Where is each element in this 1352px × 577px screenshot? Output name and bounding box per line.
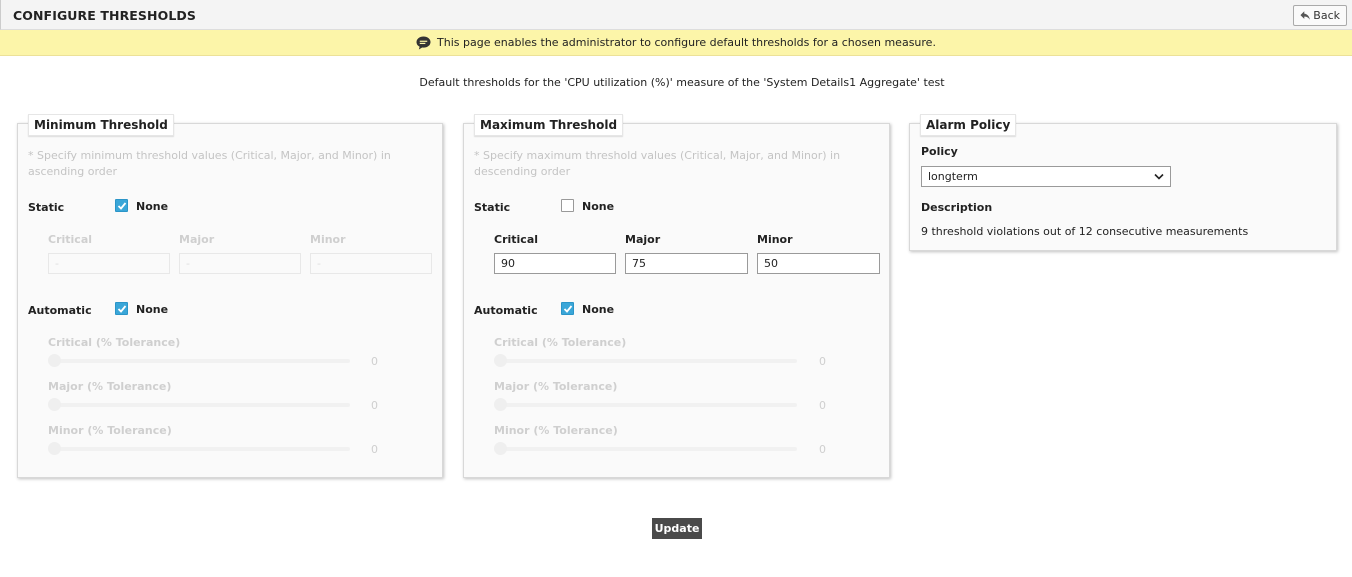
maximum-hint-line1: * Specify maximum threshold values (Crit… — [474, 149, 841, 162]
speech-bubble-icon — [416, 35, 431, 50]
min-static-none-checkbox[interactable] — [115, 199, 128, 212]
automatic-label: Automatic — [474, 304, 538, 317]
min-major-input[interactable] — [179, 253, 301, 274]
minimum-hint-line1: * Specify minimum threshold values (Crit… — [28, 149, 391, 162]
maximum-hint: * Specify maximum threshold values (Crit… — [474, 148, 840, 180]
minimum-hint-line2: ascending order — [28, 165, 118, 178]
max-minor-label: Minor — [757, 233, 793, 246]
checkmark-icon — [563, 305, 573, 313]
alarm-policy-title: Alarm Policy — [920, 114, 1017, 136]
minimum-hint: * Specify minimum threshold values (Crit… — [28, 148, 391, 180]
max-major-input[interactable] — [625, 253, 748, 274]
slider-handle[interactable] — [494, 442, 507, 455]
checkmark-icon — [117, 305, 127, 313]
max-minor-tolerance-slider[interactable] — [494, 447, 797, 451]
min-major-label: Major — [179, 233, 215, 246]
max-critical-input[interactable] — [494, 253, 616, 274]
minimum-threshold-title: Minimum Threshold — [28, 114, 174, 136]
page-title: CONFIGURE THRESHOLDS — [13, 8, 196, 23]
min-major-tolerance-slider[interactable] — [48, 403, 350, 407]
max-minor-input[interactable] — [757, 253, 880, 274]
max-automatic-none-checkbox[interactable] — [561, 302, 574, 315]
page-header: CONFIGURE THRESHOLDS Back — [0, 0, 1352, 30]
min-automatic-none-label: None — [136, 303, 169, 316]
checkmark-icon — [117, 202, 127, 210]
min-critical-tolerance-value: 0 — [371, 355, 378, 368]
slider-handle[interactable] — [48, 398, 61, 411]
max-minor-tolerance-label: Minor (% Tolerance) — [494, 424, 618, 437]
alarm-policy-panel: Alarm Policy Policy longterm Description… — [909, 114, 1337, 251]
description-text: 9 threshold violations out of 12 consecu… — [921, 225, 1249, 238]
back-button[interactable]: Back — [1293, 5, 1347, 26]
max-major-tolerance-value: 0 — [819, 399, 826, 412]
min-minor-tolerance-label: Minor (% Tolerance) — [48, 424, 172, 437]
minimum-threshold-panel: Minimum Threshold * Specify minimum thre… — [17, 114, 443, 478]
policy-selected-value: longterm — [928, 170, 978, 183]
back-arrow-icon — [1300, 11, 1310, 20]
min-critical-input[interactable] — [48, 253, 170, 274]
max-static-none-checkbox[interactable] — [561, 199, 574, 212]
slider-handle[interactable] — [494, 398, 507, 411]
maximum-threshold-title: Maximum Threshold — [474, 114, 624, 136]
min-major-tolerance-label: Major (% Tolerance) — [48, 380, 172, 393]
slider-handle[interactable] — [48, 354, 61, 367]
max-major-tolerance-label: Major (% Tolerance) — [494, 380, 618, 393]
back-button-label: Back — [1313, 9, 1340, 22]
max-critical-tolerance-value: 0 — [819, 355, 826, 368]
maximum-threshold-panel: Maximum Threshold * Specify maximum thre… — [463, 114, 890, 478]
max-static-none-label: None — [582, 200, 615, 213]
max-critical-label: Critical — [494, 233, 539, 246]
slider-handle[interactable] — [48, 442, 61, 455]
max-major-label: Major — [625, 233, 661, 246]
info-message: This page enables the administrator to c… — [437, 36, 936, 49]
info-banner: This page enables the administrator to c… — [0, 30, 1352, 56]
min-major-tolerance-value: 0 — [371, 399, 378, 412]
min-automatic-none-checkbox[interactable] — [115, 302, 128, 315]
min-critical-tolerance-label: Critical (% Tolerance) — [48, 336, 181, 349]
max-critical-tolerance-label: Critical (% Tolerance) — [494, 336, 627, 349]
description-label: Description — [921, 201, 993, 214]
automatic-label: Automatic — [28, 304, 92, 317]
min-critical-tolerance-slider[interactable] — [48, 359, 350, 363]
update-button[interactable]: Update — [652, 518, 702, 539]
chevron-down-icon — [1154, 173, 1164, 180]
static-label: Static — [28, 201, 65, 214]
max-critical-tolerance-slider[interactable] — [494, 359, 797, 363]
policy-label: Policy — [921, 145, 958, 158]
min-static-none-label: None — [136, 200, 169, 213]
max-major-tolerance-slider[interactable] — [494, 403, 797, 407]
policy-select[interactable]: longterm — [921, 166, 1171, 187]
max-automatic-none-label: None — [582, 303, 615, 316]
max-minor-tolerance-value: 0 — [819, 443, 826, 456]
min-minor-input[interactable] — [310, 253, 432, 274]
maximum-hint-line2: descending order — [474, 165, 571, 178]
min-minor-label: Minor — [310, 233, 346, 246]
slider-handle[interactable] — [494, 354, 507, 367]
min-minor-tolerance-slider[interactable] — [48, 447, 350, 451]
static-label: Static — [474, 201, 511, 214]
min-critical-label: Critical — [48, 233, 93, 246]
min-minor-tolerance-value: 0 — [371, 443, 378, 456]
measure-subtitle: Default thresholds for the 'CPU utilizat… — [419, 76, 945, 89]
